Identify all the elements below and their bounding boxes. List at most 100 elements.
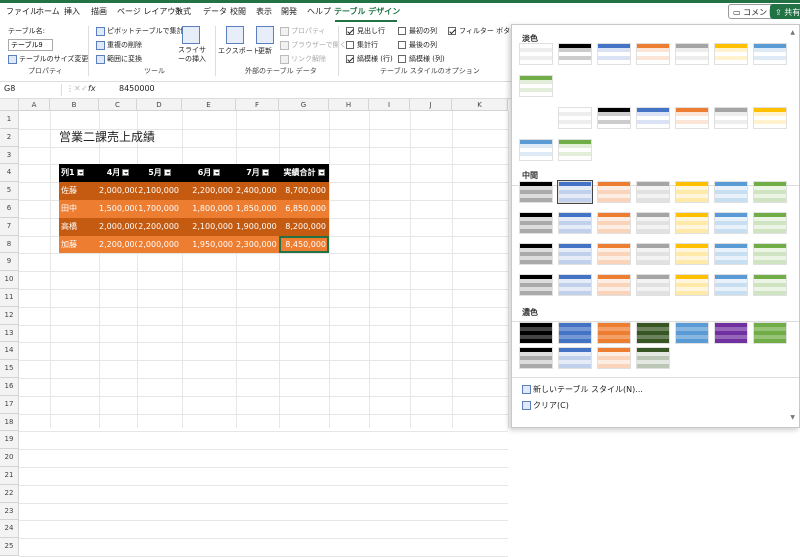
menu-page-layout[interactable]: ページ レイアウト bbox=[117, 6, 183, 17]
row-header[interactable]: 18 bbox=[0, 413, 19, 432]
table-cell[interactable]: 1,900,000 bbox=[236, 217, 279, 236]
row-header[interactable]: 23 bbox=[0, 502, 19, 521]
light-style-swatch[interactable] bbox=[675, 43, 709, 65]
cancel-icon[interactable]: ✕ bbox=[74, 84, 81, 93]
table-cell[interactable]: 2,200,000 bbox=[99, 235, 140, 254]
light-style-swatch[interactable] bbox=[753, 107, 787, 129]
menu-view[interactable]: 表示 bbox=[256, 6, 272, 17]
column-header[interactable]: E bbox=[182, 99, 236, 111]
total-row-checkbox[interactable]: 集計行 bbox=[346, 40, 378, 50]
medium-style-swatch[interactable] bbox=[636, 274, 670, 296]
row-header[interactable]: 3 bbox=[0, 146, 19, 165]
light-style-swatch[interactable] bbox=[558, 43, 592, 65]
menu-review[interactable]: 校閲 bbox=[230, 6, 246, 17]
table-cell[interactable]: 1,800,000 bbox=[182, 200, 236, 218]
table-header-cell[interactable]: 4月 bbox=[99, 164, 137, 183]
menu-data[interactable]: データ bbox=[203, 6, 227, 17]
light-style-swatch[interactable] bbox=[558, 107, 592, 129]
row-header[interactable]: 9 bbox=[0, 253, 19, 272]
dark-style-swatch[interactable] bbox=[597, 322, 631, 344]
medium-style-swatch[interactable] bbox=[753, 181, 787, 203]
medium-style-swatch[interactable] bbox=[714, 274, 748, 296]
row-header[interactable]: 21 bbox=[0, 467, 19, 485]
table-cell[interactable]: 2,000,000 bbox=[137, 235, 182, 254]
medium-style-swatch[interactable] bbox=[675, 274, 709, 296]
row-header[interactable]: 11 bbox=[0, 289, 19, 307]
medium-style-swatch[interactable] bbox=[557, 180, 593, 204]
light-style-swatch[interactable] bbox=[675, 107, 709, 129]
light-style-swatch[interactable] bbox=[519, 43, 553, 65]
row-header[interactable]: 20 bbox=[0, 449, 19, 467]
light-style-swatch[interactable] bbox=[519, 75, 553, 97]
filter-dropdown-icon[interactable] bbox=[213, 169, 221, 177]
scroll-up-icon[interactable]: ▲ bbox=[790, 29, 795, 36]
scroll-down-icon[interactable]: ▼ bbox=[790, 414, 795, 421]
light-style-swatch[interactable] bbox=[636, 107, 670, 129]
row-header[interactable]: 19 bbox=[0, 431, 19, 450]
column-header[interactable]: A bbox=[19, 99, 50, 111]
column-header[interactable]: I bbox=[369, 99, 410, 111]
medium-style-swatch[interactable] bbox=[597, 181, 631, 203]
column-header[interactable]: B bbox=[50, 99, 99, 111]
row-header[interactable]: 13 bbox=[0, 324, 19, 343]
refresh-button[interactable]: 更新 bbox=[258, 46, 272, 56]
menu-help[interactable]: ヘルプ bbox=[307, 6, 331, 17]
filter-dropdown-icon[interactable] bbox=[317, 169, 325, 177]
pivot-summary-button[interactable]: ピボットテーブルで集計 bbox=[96, 26, 184, 36]
menu-developer[interactable]: 開発 bbox=[281, 6, 297, 17]
medium-style-swatch[interactable] bbox=[675, 212, 709, 234]
dark-style-swatch[interactable] bbox=[675, 322, 709, 344]
table-cell[interactable]: 2,100,000 bbox=[137, 182, 182, 200]
medium-style-swatch[interactable] bbox=[558, 274, 592, 296]
table-cell[interactable]: 6,850,000 bbox=[279, 200, 329, 218]
medium-style-swatch[interactable] bbox=[714, 212, 748, 234]
insert-slicer-button[interactable]: スライサーの挿入 bbox=[176, 46, 208, 64]
menu-home[interactable]: ホーム bbox=[36, 6, 60, 17]
table-cell[interactable]: 1,500,000 bbox=[99, 200, 140, 218]
dark-style-swatch[interactable] bbox=[597, 347, 631, 369]
remove-duplicates-button[interactable]: 重複の削除 bbox=[96, 40, 142, 50]
row-header[interactable]: 17 bbox=[0, 395, 19, 414]
filter-dropdown-icon[interactable] bbox=[122, 169, 130, 177]
row-header[interactable]: 6 bbox=[0, 200, 19, 218]
table-header-cell[interactable]: 実績合計 bbox=[279, 164, 329, 183]
medium-style-swatch[interactable] bbox=[558, 212, 592, 234]
table-header-cell[interactable]: 6月 bbox=[182, 164, 236, 183]
light-style-swatch[interactable] bbox=[714, 107, 748, 129]
medium-style-swatch[interactable] bbox=[675, 243, 709, 265]
table-name-input[interactable] bbox=[8, 39, 53, 51]
dark-style-swatch[interactable] bbox=[558, 322, 592, 344]
medium-style-swatch[interactable] bbox=[519, 181, 553, 203]
banded-rows-checkbox[interactable]: 縞模様 (行) bbox=[346, 54, 393, 64]
table-cell[interactable]: 1,950,000 bbox=[182, 235, 236, 254]
table-cell[interactable]: 2,400,000 bbox=[236, 182, 279, 200]
medium-style-swatch[interactable] bbox=[636, 181, 670, 203]
enter-icon[interactable]: ✓ bbox=[81, 84, 88, 93]
banded-columns-checkbox[interactable]: 縞模様 (列) bbox=[398, 54, 445, 64]
light-style-swatch[interactable] bbox=[597, 43, 631, 65]
dark-style-swatch[interactable] bbox=[636, 347, 670, 369]
medium-style-swatch[interactable] bbox=[636, 243, 670, 265]
selected-cell[interactable] bbox=[279, 235, 329, 254]
name-box-dropdown-icon[interactable]: ⋮ bbox=[66, 84, 74, 93]
medium-style-swatch[interactable] bbox=[753, 243, 787, 265]
medium-style-swatch[interactable] bbox=[636, 212, 670, 234]
unlink-button[interactable]: リンク解除 bbox=[280, 54, 326, 64]
row-header[interactable]: 2 bbox=[0, 128, 19, 147]
row-header[interactable]: 7 bbox=[0, 217, 19, 236]
menu-insert[interactable]: 挿入 bbox=[64, 6, 80, 17]
row-header[interactable]: 25 bbox=[0, 538, 19, 556]
column-header[interactable]: D bbox=[137, 99, 182, 111]
row-header[interactable]: 22 bbox=[0, 484, 19, 503]
column-header[interactable]: J bbox=[410, 99, 452, 111]
table-cell[interactable]: 1,850,000 bbox=[236, 200, 279, 218]
medium-style-swatch[interactable] bbox=[753, 274, 787, 296]
formula-input[interactable]: 8450000 bbox=[119, 84, 155, 93]
medium-style-swatch[interactable] bbox=[753, 212, 787, 234]
medium-style-swatch[interactable] bbox=[519, 212, 553, 234]
table-cell[interactable]: 加藤 bbox=[59, 235, 99, 254]
row-header[interactable]: 1 bbox=[0, 111, 19, 129]
medium-style-swatch[interactable] bbox=[714, 243, 748, 265]
menu-draw[interactable]: 描画 bbox=[91, 6, 107, 17]
table-cell[interactable]: 2,300,000 bbox=[236, 235, 279, 254]
